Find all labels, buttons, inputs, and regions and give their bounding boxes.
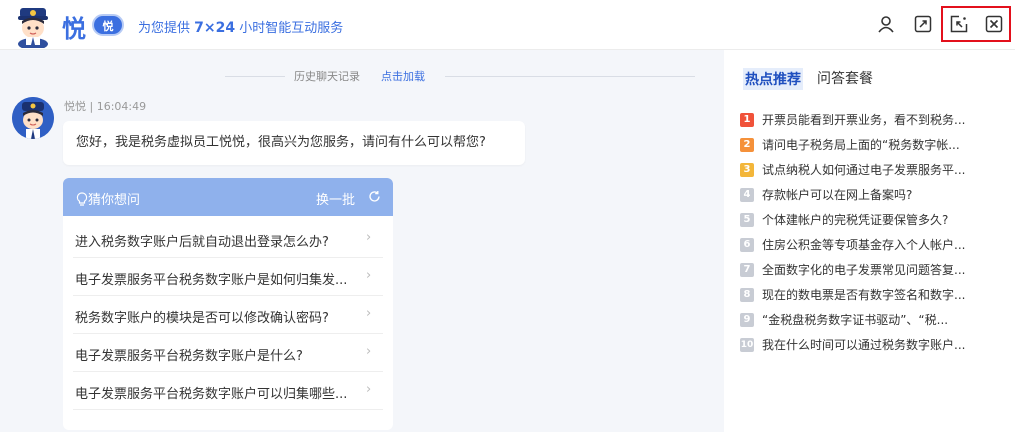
hot-topic-item[interactable]: 4 存款帐户可以在网上备案吗? [740,186,1015,206]
expand-icon[interactable] [912,13,934,35]
slogan-suffix: 小时智能互动服务 [235,21,344,36]
guess-card: 猜你想问 换一批 进入税务数字账户后就自动退出登录怎么办? › 电子发票服务平台… [63,178,393,430]
rank-badge: 3 [740,163,754,177]
rank-badge: 5 [740,213,754,227]
question-text: 电子发票服务平台税务数字账户是如何归集发... [75,273,348,288]
slogan-hours: 7×24 [194,20,236,36]
hot-topic-text: 我在什么时间可以通过税务数字账户... [762,338,966,352]
tab-qa-packages[interactable]: 问答套餐 [817,68,873,88]
tab-hot-recommend[interactable]: 热点推荐 [743,68,803,90]
message-meta: 悦悦 | 16:04:49 [64,100,147,113]
row-divider [73,409,383,410]
refresh-icon[interactable] [368,190,381,207]
question-text: 税务数字账户的模块是否可以修改确认密码? [75,311,329,326]
service-slogan: 为您提供 7×24 小时智能互动服务 [138,17,343,36]
chevron-right-icon: › [366,230,372,245]
bot-avatar-icon [12,97,54,139]
suggested-question[interactable]: 进入税务数字账户后就自动退出登录怎么办? › [63,220,393,258]
question-text: 电子发票服务平台税务数字账户可以归集哪些... [75,387,348,402]
brand-badge: 悦 [92,14,124,36]
suggested-question[interactable]: 电子发票服务平台税务数字账户可以归集哪些... › [63,372,393,410]
rank-badge: 1 [740,113,754,127]
rank-badge: 10 [740,338,754,352]
suggested-question[interactable]: 税务数字账户的模块是否可以修改确认密码? › [63,296,393,334]
hot-topic-item[interactable]: 8 现在的数电票是否有数字签名和数字... [740,286,1015,306]
hot-topic-item[interactable]: 6 住房公积金等专项基金存入个人帐户... [740,236,1015,256]
load-history-link[interactable]: 点击加载 [381,68,425,84]
hot-topic-text: “金税盘税务数字证书驱动”、“税... [762,313,949,327]
hot-topic-item[interactable]: 3 试点纳税人如何通过电子发票服务平... [740,161,1015,181]
greeting-message: 您好，我是税务虚拟员工悦悦，很高兴为您服务，请问有什么可以帮您? [63,121,525,165]
rank-badge: 6 [740,238,754,252]
question-text: 进入税务数字账户后就自动退出登录怎么办? [75,235,329,250]
divider-left [225,76,285,77]
hot-topic-item[interactable]: 5 个体建帐户的完税凭证要保管多久? [740,211,1015,231]
guess-title-text: 猜你想问 [88,193,141,208]
chevron-right-icon: › [366,306,372,321]
suggested-question[interactable]: 电子发票服务平台税务数字账户是如何归集发... › [63,258,393,296]
history-label: 历史聊天记录 [294,70,360,83]
hot-topic-text: 开票员能看到开票业务，看不到税务... [762,113,966,127]
rank-badge: 9 [740,313,754,327]
hot-topic-text: 住房公积金等专项基金存入个人帐户... [762,238,966,252]
highlight-box [941,6,1011,42]
divider-right [445,76,695,77]
hot-topic-text: 现在的数电票是否有数字签名和数字... [762,288,966,302]
rank-badge: 4 [740,188,754,202]
hot-topic-item[interactable]: 9 “金税盘税务数字证书驱动”、“税... [740,311,1015,331]
suggested-question[interactable]: 电子发票服务平台税务数字账户是什么? › [63,334,393,372]
chevron-right-icon: › [366,344,372,359]
assistant-avatar-icon [14,4,52,50]
chat-area[interactable]: 历史聊天记录 点击加载 悦悦 | 16:04:49 您好，我是税务虚拟员工悦悦，… [0,50,724,432]
chevron-right-icon: › [366,382,372,397]
rank-badge: 7 [740,263,754,277]
history-loader: 历史聊天记录 点击加载 [225,68,695,84]
hot-topic-item[interactable]: 7 全面数字化的电子发票常见问题答复... [740,261,1015,281]
rank-badge: 2 [740,138,754,152]
hot-topic-text: 请问电子税务局上面的“税务数字帐... [762,138,960,152]
question-text: 电子发票服务平台税务数字账户是什么? [75,349,303,364]
hot-topic-text: 试点纳税人如何通过电子发票服务平... [762,163,966,177]
hot-topic-item[interactable]: 1 开票员能看到开票业务，看不到税务... [740,111,1015,131]
rank-badge: 8 [740,288,754,302]
chevron-right-icon: › [366,268,372,283]
guess-header: 猜你想问 换一批 [63,178,393,216]
hot-topic-text: 存款帐户可以在网上备案吗? [762,188,913,202]
hot-topic-item[interactable]: 2 请问电子税务局上面的“税务数字帐... [740,136,1015,156]
hot-topics-panel: 热点推荐 问答套餐 1 开票员能看到开票业务，看不到税务... 2 请问电子税务局上… [724,50,1015,432]
slogan-prefix: 为您提供 [138,21,195,36]
brand-logo: 悦 [62,14,86,43]
header-bar: 悦 悦 为您提供 7×24 小时智能互动服务 [0,0,1015,50]
hot-topic-text: 全面数字化的电子发票常见问题答复... [762,263,966,277]
hot-topic-item[interactable]: 10 我在什么时间可以通过税务数字账户... [740,336,1015,356]
user-icon[interactable] [875,13,897,35]
guess-title: 猜你想问 [76,189,140,208]
refresh-button[interactable]: 换一批 [316,189,355,208]
hot-topic-text: 个体建帐户的完税凭证要保管多久? [762,213,949,227]
bulb-icon [76,192,88,206]
